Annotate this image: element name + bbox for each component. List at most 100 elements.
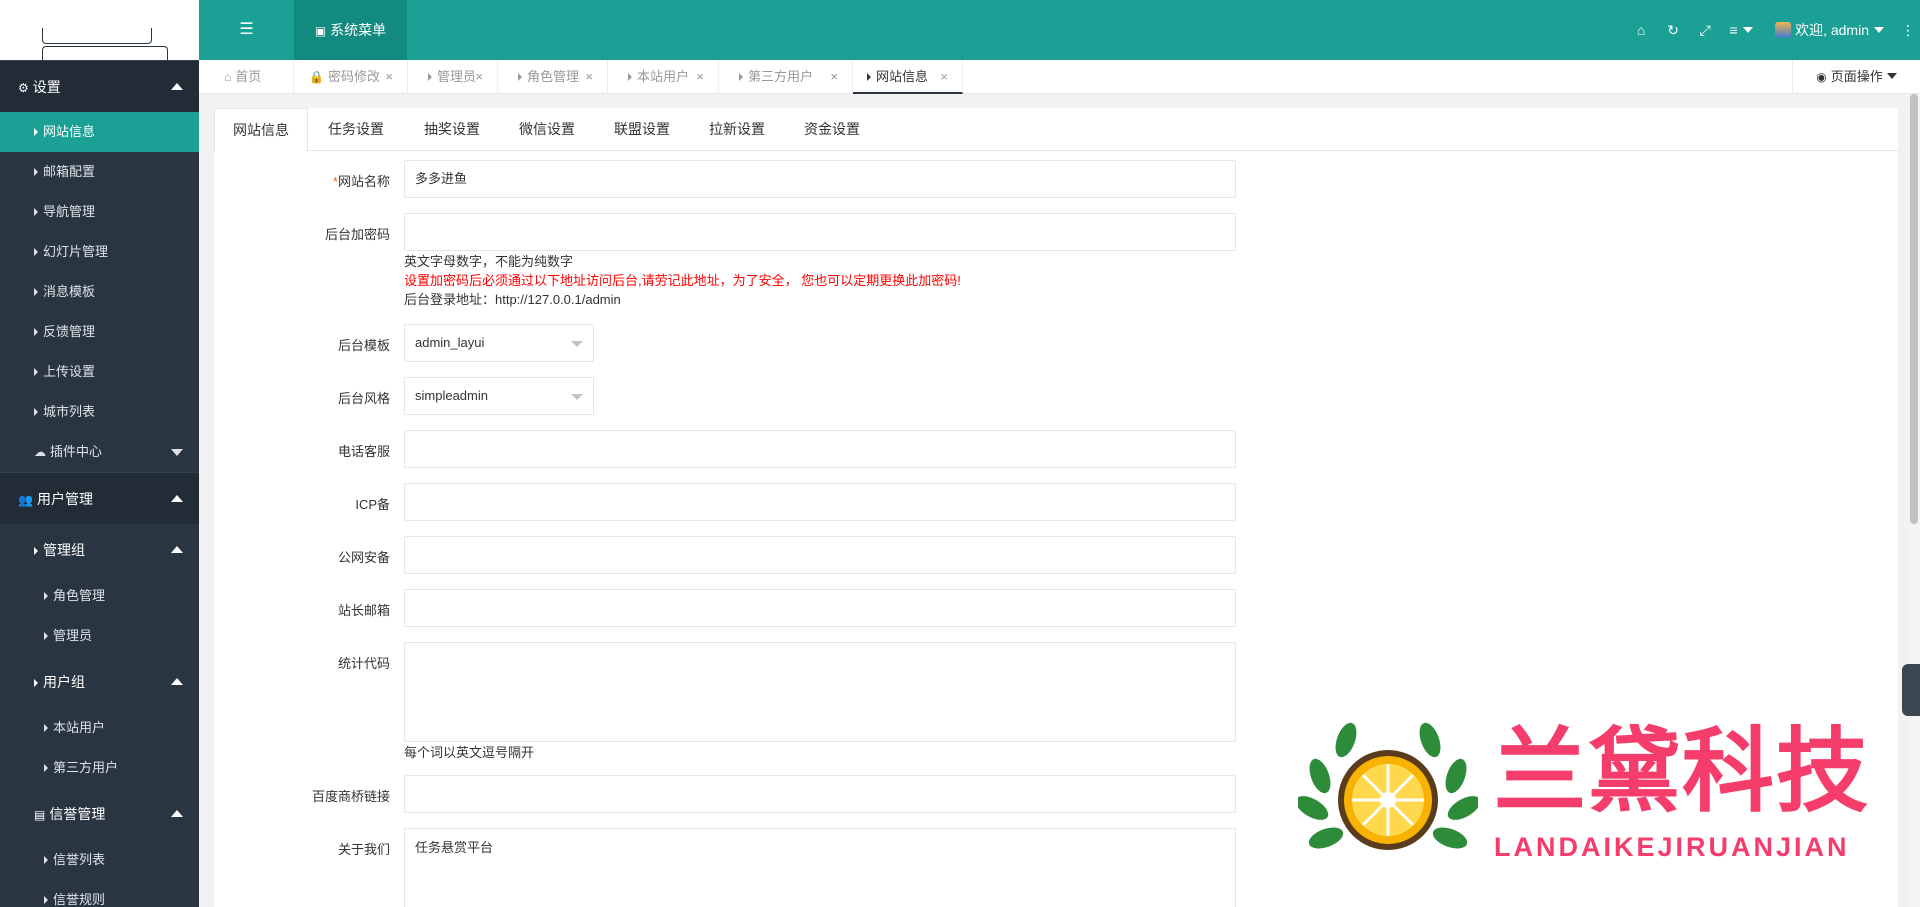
refresh-icon[interactable]: ↻ xyxy=(1657,22,1689,39)
chevron-up-icon xyxy=(171,678,183,685)
sidebar-item-slides[interactable]: 幻灯片管理 xyxy=(0,232,199,272)
sidebar-item-admin-group[interactable]: 管理组 xyxy=(0,524,199,576)
baidu-link-input[interactable] xyxy=(404,775,1236,813)
close-icon[interactable]: × xyxy=(385,60,393,94)
page-tab-home[interactable]: ⌂ 首页 xyxy=(199,60,294,94)
fullscreen-icon[interactable]: ⤢ xyxy=(1689,22,1721,39)
logo xyxy=(0,0,199,62)
tab-lottery-settings[interactable]: 抽奖设置 xyxy=(404,108,500,151)
caret-right-icon xyxy=(34,679,38,687)
webmaster-email-input[interactable] xyxy=(404,589,1236,627)
phone-input[interactable] xyxy=(404,430,1236,468)
page-tabs-bar: ⌂ 首页 🔒 密码修改 × 管理员 × 角色管理 × 本站用户 × 第三方用户 × 网站信息 ×… xyxy=(199,60,1920,94)
lock-icon: 🔒 xyxy=(309,70,324,84)
caret-right-icon xyxy=(44,724,48,732)
tab-task-settings[interactable]: 任务设置 xyxy=(308,108,404,151)
home-icon: ⌂ xyxy=(224,70,232,84)
scrollbar-thumb[interactable] xyxy=(1910,94,1918,524)
sidebar: ⚙ 设置 网站信息 邮箱配置 导航管理 幻灯片管理 消息模板 反馈管理 上传设置 … xyxy=(0,0,199,907)
phone-label: 电话客服 xyxy=(337,444,390,459)
page-tab-site-users[interactable]: 本站用户 × xyxy=(608,60,719,94)
site-name-input[interactable]: 多多进鱼 xyxy=(404,160,1236,198)
page-tab-password[interactable]: 🔒 密码修改 × xyxy=(294,60,408,94)
close-icon[interactable]: × xyxy=(940,60,948,94)
stats-code-textarea[interactable] xyxy=(404,642,1236,742)
page-tab-site-info[interactable]: 网站信息 × xyxy=(853,60,963,94)
sidebar-item-user-group[interactable]: 用户组 xyxy=(0,656,199,708)
admin-password-label: 后台加密码 xyxy=(324,227,390,242)
gears-icon: ⚙ xyxy=(18,81,29,95)
site-name-label: *网站名称 xyxy=(332,174,390,189)
police-record-input[interactable] xyxy=(404,536,1236,574)
page-tab-admins[interactable]: 管理员 × xyxy=(408,60,498,94)
theme-menu-button[interactable]: ≡ xyxy=(1721,22,1761,38)
menu-toggle-icon: ☰ xyxy=(239,21,254,38)
chevron-up-icon xyxy=(171,810,183,817)
system-menu-button[interactable]: ▣ 系统菜单 xyxy=(294,0,407,60)
close-icon[interactable]: × xyxy=(585,60,593,94)
sidebar-item-email-config[interactable]: 邮箱配置 xyxy=(0,152,199,192)
sidebar-item-site-info[interactable]: 网站信息 xyxy=(0,112,199,152)
caret-right-icon xyxy=(34,248,38,256)
user-menu[interactable]: 欢迎, admin xyxy=(1775,20,1884,40)
home-icon[interactable]: ⌂ xyxy=(1625,22,1657,38)
caret-right-icon xyxy=(34,547,38,555)
stats-code-label: 统计代码 xyxy=(337,656,390,671)
cloud-icon: ☁ xyxy=(34,445,46,459)
caret-right-icon xyxy=(518,73,522,81)
chevron-down-icon xyxy=(1874,27,1884,33)
nav-group-settings[interactable]: ⚙ 设置 xyxy=(0,60,199,112)
caret-right-icon xyxy=(34,368,38,376)
chevron-up-icon xyxy=(171,83,183,90)
style-label: 后台风格 xyxy=(337,391,390,406)
admin-login-url: 后台登录地址：http://127.0.0.1/admin xyxy=(404,292,621,307)
tab-wechat-settings[interactable]: 微信设置 xyxy=(500,108,594,151)
sidebar-item-admins[interactable]: 管理员 xyxy=(0,616,199,656)
caret-right-icon xyxy=(44,764,48,772)
close-icon[interactable]: × xyxy=(830,60,838,94)
template-select[interactable]: admin_layui xyxy=(404,324,594,362)
sidebar-item-third-party-users[interactable]: 第三方用户 xyxy=(0,748,199,788)
about-us-label: 关于我们 xyxy=(337,842,390,857)
sidebar-item-upload[interactable]: 上传设置 xyxy=(0,352,199,392)
close-icon[interactable]: × xyxy=(475,60,483,94)
page-operations-button[interactable]: ◉ 页面操作 xyxy=(1792,60,1920,94)
sidebar-item-credit-rules[interactable]: 信誉规则 xyxy=(0,880,199,907)
sidebar-item-city-list[interactable]: 城市列表 xyxy=(0,392,199,432)
caret-right-icon xyxy=(739,73,743,81)
about-us-textarea[interactable]: 任务悬赏平台 xyxy=(404,828,1236,907)
users-icon: 👥 xyxy=(18,493,33,507)
sidebar-item-site-users[interactable]: 本站用户 xyxy=(0,708,199,748)
bookmark-icon: ▣ xyxy=(314,24,327,38)
sidebar-toggle-button[interactable]: ☰ xyxy=(199,0,294,60)
tab-site-info[interactable]: 网站信息 xyxy=(214,108,308,152)
scrollbar[interactable] xyxy=(1910,94,1920,907)
watermark: 兰黛科技 LANDAIKEJIRUANJIAN xyxy=(1295,716,1898,868)
sidebar-item-feedback[interactable]: 反馈管理 xyxy=(0,312,199,352)
sidebar-item-nav-mgmt[interactable]: 导航管理 xyxy=(0,192,199,232)
close-icon[interactable]: × xyxy=(696,60,704,94)
sidebar-item-credit-mgmt[interactable]: ▤ 信誉管理 xyxy=(0,788,199,840)
page-tab-roles[interactable]: 角色管理 × xyxy=(498,60,608,94)
nav-group-user-mgmt[interactable]: 👥 用户管理 xyxy=(0,472,199,524)
sidebar-item-credit-list[interactable]: 信誉列表 xyxy=(0,840,199,880)
caret-right-icon xyxy=(34,128,38,136)
baidu-link-label: 百度商桥链接 xyxy=(311,789,390,804)
tab-alliance-settings[interactable]: 联盟设置 xyxy=(594,108,690,151)
sidebar-item-plugin-center[interactable]: ☁ 插件中心 xyxy=(0,432,199,472)
template-label: 后台模板 xyxy=(337,338,390,353)
tab-referral-settings[interactable]: 拉新设置 xyxy=(690,108,784,151)
page-tab-third-party[interactable]: 第三方用户 × xyxy=(719,60,853,94)
style-select[interactable]: simpleadmin xyxy=(404,377,594,415)
sidebar-item-roles[interactable]: 角色管理 xyxy=(0,576,199,616)
admin-password-input[interactable] xyxy=(404,213,1236,251)
icp-label: ICP备 xyxy=(355,497,390,512)
sidebar-item-msg-template[interactable]: 消息模板 xyxy=(0,272,199,312)
tab-fund-settings[interactable]: 资金设置 xyxy=(784,108,880,151)
side-drawer-handle[interactable] xyxy=(1902,664,1920,716)
icp-input[interactable] xyxy=(404,483,1236,521)
more-vertical-icon[interactable]: ⋮ xyxy=(1896,22,1920,39)
caret-right-icon xyxy=(44,592,48,600)
chevron-up-icon xyxy=(171,546,183,553)
caret-right-icon xyxy=(44,896,48,904)
